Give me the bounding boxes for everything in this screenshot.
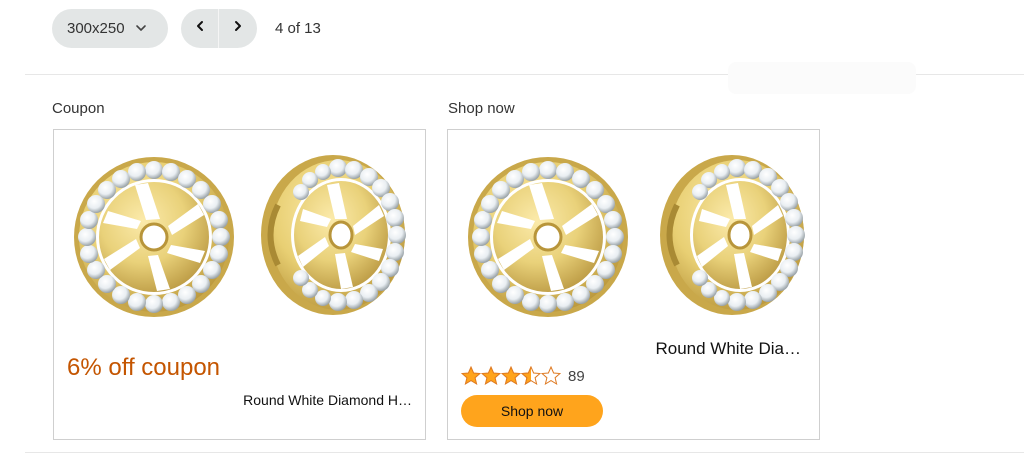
star-rating: 89 bbox=[461, 366, 585, 386]
ad-size-dropdown[interactable]: 300x250 bbox=[52, 8, 168, 48]
shop-now-button[interactable]: Shop now bbox=[461, 395, 603, 427]
chevron-left-icon bbox=[194, 19, 206, 37]
page-indicator: 4 of 13 bbox=[275, 19, 321, 37]
background-smudge bbox=[728, 62, 916, 94]
star-half-icon bbox=[521, 366, 541, 385]
chevron-right-icon bbox=[232, 19, 244, 37]
rating-count: 89 bbox=[568, 367, 585, 385]
ad-preview-toolbar: 300x250 4 of 13 bbox=[52, 8, 321, 48]
product-title[interactable]: Round White Diamond H… bbox=[243, 392, 412, 408]
next-button[interactable] bbox=[219, 8, 257, 48]
star-full-icon bbox=[461, 366, 481, 385]
star-empty-icon bbox=[541, 366, 561, 385]
previous-button[interactable] bbox=[181, 8, 219, 48]
product-title[interactable]: Round White Dia… bbox=[655, 339, 801, 359]
star-full-icon bbox=[501, 366, 521, 385]
ad-creative-coupon[interactable]: 6% off coupon Round White Diamond H… bbox=[53, 129, 426, 440]
star-icons bbox=[461, 366, 561, 386]
divider bbox=[25, 452, 1024, 453]
product-image bbox=[72, 152, 413, 319]
ad-size-value: 300x250 bbox=[67, 19, 125, 37]
pager bbox=[181, 8, 257, 48]
chevron-down-icon bbox=[135, 22, 147, 34]
ad-label-coupon: Coupon bbox=[52, 100, 105, 117]
coupon-text: 6% off coupon bbox=[67, 354, 221, 381]
product-image bbox=[466, 152, 807, 319]
ad-label-shop-now: Shop now bbox=[448, 100, 515, 117]
ad-creative-shop-now[interactable]: Round White Dia… 89 Shop now bbox=[447, 129, 820, 440]
star-full-icon bbox=[481, 366, 501, 385]
